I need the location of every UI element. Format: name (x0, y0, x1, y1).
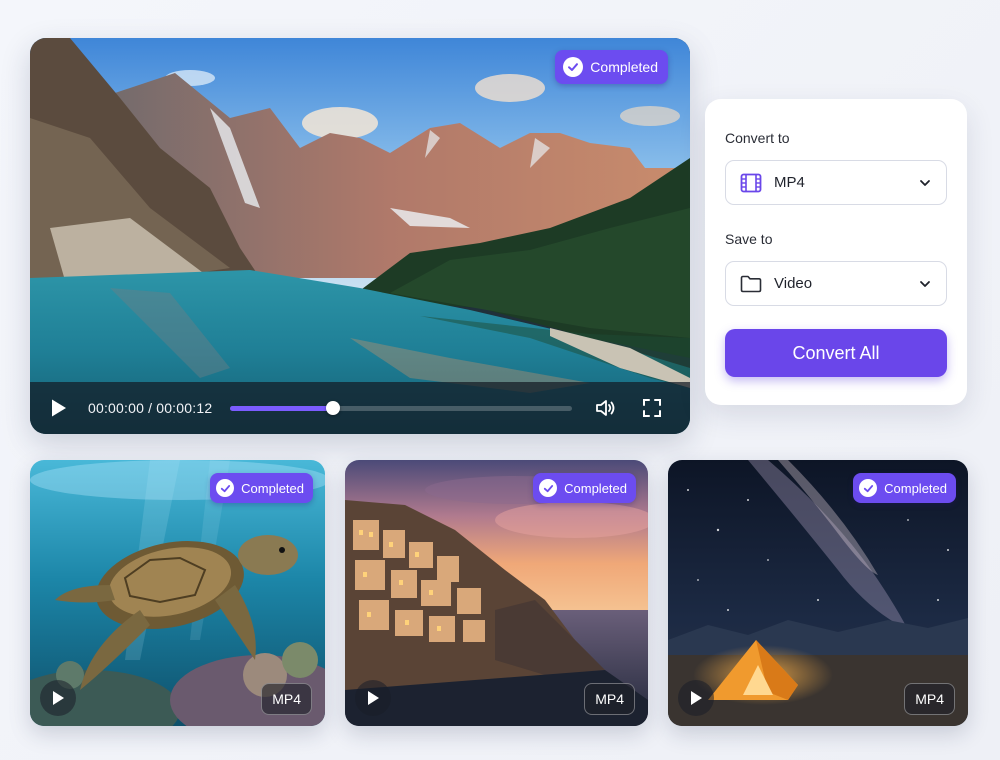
time-display: 00:00:00/00:00:12 (88, 400, 212, 416)
completed-badge: Completed (555, 50, 668, 84)
volume-button[interactable] (594, 397, 616, 419)
save-to-label: Save to (725, 231, 773, 247)
video-thumbnail[interactable]: Completed MP4 (668, 460, 968, 726)
format-badge: MP4 (261, 683, 312, 715)
check-icon (539, 479, 558, 497)
film-icon (740, 172, 762, 194)
current-time: 00:00:00 (88, 400, 145, 416)
fullscreen-button[interactable] (642, 398, 662, 418)
play-button[interactable] (678, 680, 714, 716)
player-controls: 00:00:00/00:00:12 (30, 382, 690, 434)
format-select[interactable]: MP4 (725, 160, 947, 205)
video-thumbnail[interactable]: Completed MP4 (345, 460, 648, 726)
completed-badge: Completed (210, 473, 313, 503)
fullscreen-icon (643, 399, 662, 417)
play-icon (52, 399, 66, 417)
play-button[interactable] (40, 680, 76, 716)
chevron-down-icon (920, 280, 930, 287)
volume-icon (596, 400, 615, 416)
check-icon (859, 479, 878, 497)
folder-icon (740, 273, 762, 295)
video-thumbnail[interactable]: Completed MP4 (30, 460, 325, 726)
format-value: MP4 (774, 174, 805, 191)
status-label: Completed (241, 480, 304, 496)
seek-progress (230, 405, 333, 411)
completed-badge: Completed (533, 473, 636, 503)
status-label: Completed (564, 480, 627, 496)
convert-to-label: Convert to (725, 130, 790, 146)
format-badge: MP4 (584, 683, 635, 715)
convert-all-button[interactable]: Convert All (725, 329, 947, 377)
format-badge: MP4 (904, 683, 955, 715)
seek-handle[interactable] (325, 401, 340, 415)
duration: 00:00:12 (156, 400, 213, 416)
conversion-panel: Convert to MP4 Save to Video Convert All (705, 99, 967, 405)
status-label: Completed (590, 59, 658, 75)
play-icon (53, 691, 64, 705)
folder-select[interactable]: Video (725, 261, 947, 306)
main-video-player[interactable]: Completed 00:00:00/00:00:12 (30, 38, 690, 434)
check-icon (563, 57, 584, 77)
play-icon (691, 691, 702, 705)
play-button[interactable] (50, 398, 70, 418)
completed-badge: Completed (853, 473, 956, 503)
mountain-lake-video-frame (30, 38, 690, 434)
chevron-down-icon (920, 179, 930, 186)
folder-value: Video (774, 275, 813, 292)
check-icon (216, 479, 235, 497)
seek-bar[interactable] (230, 401, 573, 415)
status-label: Completed (884, 480, 947, 496)
play-icon (368, 691, 379, 705)
play-button[interactable] (355, 680, 391, 716)
time-separator: / (148, 400, 153, 416)
